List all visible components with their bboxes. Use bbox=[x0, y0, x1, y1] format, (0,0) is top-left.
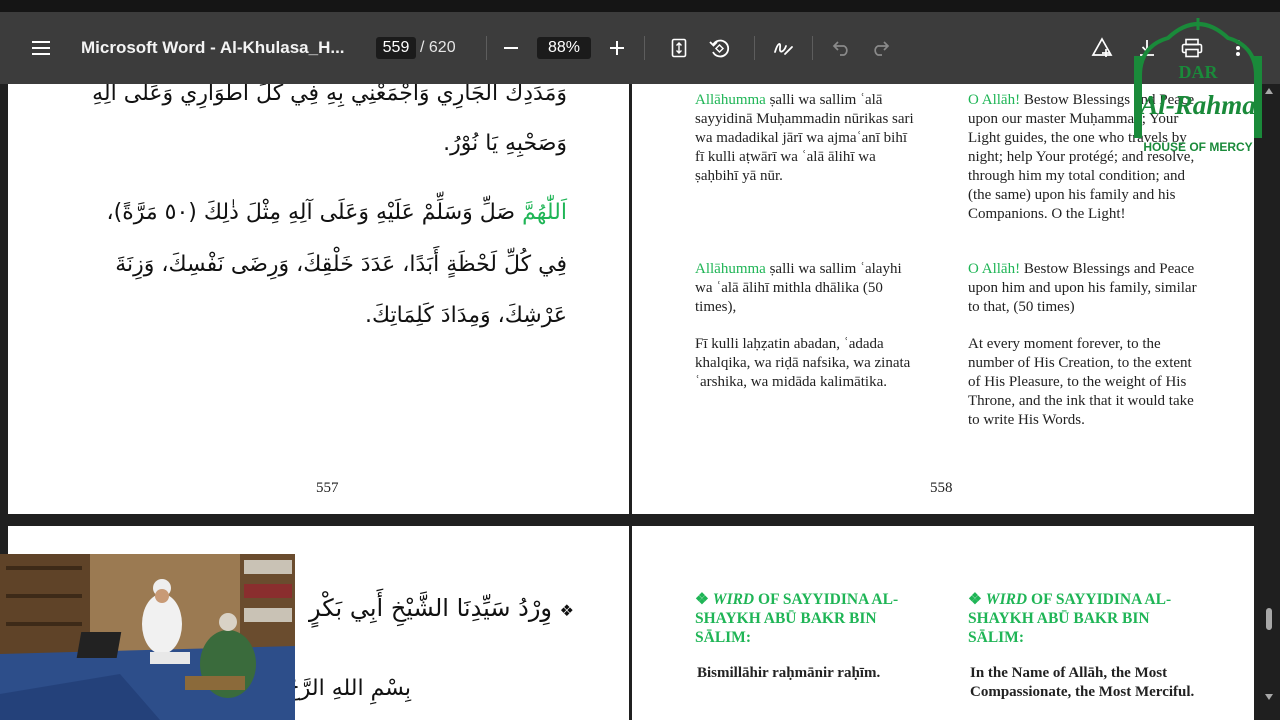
toolbar-divider bbox=[486, 36, 487, 60]
arabic-bismillah: بِسْمِ اللهِ الرَّحْ bbox=[285, 676, 411, 701]
translation-block: At every moment forever, to the number o… bbox=[968, 336, 1194, 428]
logo-line-1: DAR bbox=[1179, 62, 1219, 82]
transliteration-block: Allāhumma ṣalli wa sallim ʿalayhi wa ʿal… bbox=[695, 260, 917, 317]
menu-icon[interactable] bbox=[28, 12, 54, 84]
channel-logo-graphic: DAR Al-Rahma HOUSE OF MERCY bbox=[1134, 18, 1262, 154]
bullet-icon: ❖ bbox=[559, 601, 574, 620]
bullet-icon: ❖ bbox=[695, 591, 709, 608]
section-heading: ❖ WIRD OF SAYYIDINA AL-SHAYKH ABŪ BAKR B… bbox=[695, 590, 920, 647]
pdf-toolbar: Microsoft Word - Al-Khulasa_H... 559 / 6… bbox=[0, 12, 1280, 84]
scroll-down-icon[interactable] bbox=[1265, 694, 1273, 700]
page-number-label: 557 bbox=[316, 480, 339, 496]
toolbar-divider bbox=[644, 36, 645, 60]
logo-line-3: HOUSE OF MERCY bbox=[1143, 140, 1252, 154]
arabic-heading: ❖ وِرْدُ سَيِّدِنَا الشَّيْخِ أَبِي بَكْ… bbox=[309, 594, 574, 622]
highlight-word: O Allāh! bbox=[968, 92, 1021, 108]
heading-emphasis: WIRD bbox=[985, 591, 1028, 608]
channel-logo: DAR Al-Rahma HOUSE OF MERCY bbox=[1128, 16, 1268, 156]
undo-icon[interactable] bbox=[830, 12, 852, 84]
draw-icon[interactable] bbox=[772, 12, 796, 84]
window-top-strip bbox=[0, 0, 1280, 12]
add-text-icon[interactable] bbox=[1090, 12, 1114, 84]
section-heading: ❖ WIRD OF SAYYIDINA AL-SHAYKH ABŪ BAKR B… bbox=[968, 590, 1200, 647]
arabic-text-line: عَرْشِكَ، وَمِدَادَ كَلِمَاتِكَ. bbox=[364, 303, 567, 328]
highlight-word: O Allāh! bbox=[968, 261, 1021, 277]
arabic-text-span: صَلِّ وَسَلِّمْ عَلَيْهِ وَعَلَى آلِهِ م… bbox=[106, 200, 523, 225]
toolbar-divider bbox=[812, 36, 813, 60]
transliteration-block: Allāhumma ṣalli wa sallim ʿalā sayyidinā… bbox=[695, 91, 917, 186]
arabic-green-word: اَللّٰهُمَّ bbox=[522, 200, 567, 225]
document-title: Microsoft Word - Al-Khulasa_H... bbox=[81, 38, 345, 57]
video-overlay bbox=[0, 554, 295, 720]
page-total: / 620 bbox=[420, 39, 456, 56]
translation-block: In the Name of Allāh, the Most Compassio… bbox=[970, 665, 1195, 700]
page-number-label: 558 bbox=[930, 480, 953, 496]
pdf-page-560: ❖ WIRD OF SAYYIDINA AL-SHAYKH ABŪ BAKR B… bbox=[632, 526, 1254, 720]
arabic-text-line: وَمَدَدِكَ الْجَارِي وَاجْمَعْنِي بِهِ ف… bbox=[92, 84, 567, 106]
bullet-icon: ❖ bbox=[968, 591, 982, 608]
rotate-icon[interactable] bbox=[707, 12, 731, 84]
transliteration-block: Bismillāhir raḥmānir raḥīm. bbox=[697, 665, 881, 681]
translation-block: O Allāh! Bestow Blessings and Peace upon… bbox=[968, 260, 1200, 317]
page-number-input[interactable]: 559 bbox=[376, 37, 416, 59]
toolbar-divider bbox=[754, 36, 755, 60]
zoom-in-icon[interactable] bbox=[606, 12, 628, 84]
redo-icon[interactable] bbox=[870, 12, 892, 84]
highlight-word: Allāhumma bbox=[695, 261, 766, 277]
logo-line-2: Al-Rahma bbox=[1138, 90, 1256, 120]
pdf-page-557: وَمَدَدِكَ الْجَارِي وَاجْمَعْنِي بِهِ ف… bbox=[8, 84, 629, 514]
zoom-level-input[interactable]: 88% bbox=[537, 37, 591, 59]
arabic-heading-text: وِرْدُ سَيِّدِنَا الشَّيْخِ أَبِي بَكْرٍ bbox=[309, 594, 553, 622]
highlight-word: Allāhumma bbox=[695, 92, 766, 108]
heading-emphasis: WIRD bbox=[712, 591, 755, 608]
transliteration-block: Fī kulli laḥẓatin abadan, ʿadada khalqik… bbox=[695, 336, 911, 390]
zoom-out-icon[interactable] bbox=[500, 12, 522, 84]
arabic-text-line: فِي كُلِّ لَحْظَةٍ أَبَدًا، عَدَدَ خَلْق… bbox=[115, 252, 567, 277]
scrollbar-thumb[interactable] bbox=[1266, 608, 1272, 630]
arabic-text-line: وَصَحْبِهِ يَا نُوْرُ. bbox=[443, 131, 567, 156]
video-frame-image bbox=[0, 554, 295, 720]
arabic-text-line: اَللّٰهُمَّ صَلِّ وَسَلِّمْ عَلَيْهِ وَع… bbox=[107, 200, 567, 225]
fit-page-icon[interactable] bbox=[668, 12, 690, 84]
